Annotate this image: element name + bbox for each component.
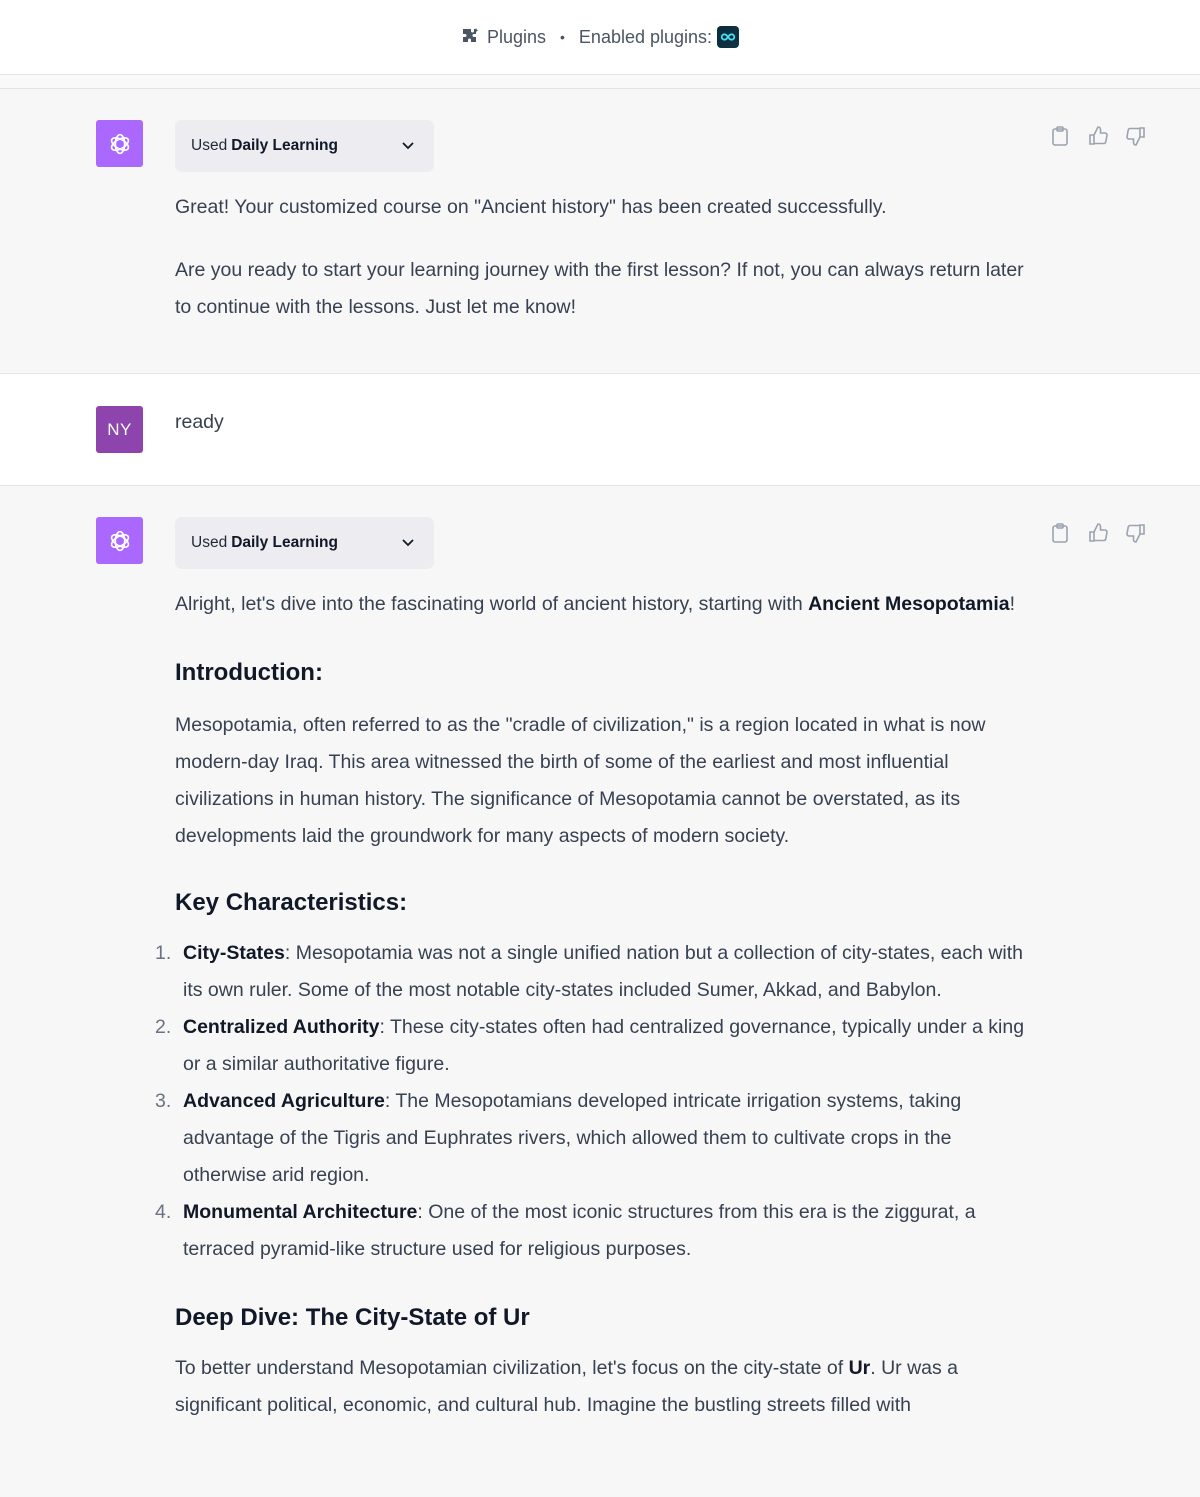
deep-dive-heading: Deep Dive: The City-State of Ur (175, 1304, 530, 1331)
introduction-heading: Introduction: (175, 659, 323, 686)
list-number: 2. (155, 1016, 172, 1038)
message-actions (1050, 125, 1146, 147)
daily-learning-infinity-icon (717, 26, 740, 48)
message-paragraph: Great! Your customized course on "Ancien… (175, 196, 887, 218)
chevron-down-icon (400, 137, 416, 153)
openai-logo-icon (96, 517, 143, 564)
message-content: Alright, let's dive into the fascinating… (155, 586, 1035, 1424)
characteristics-list: 1. City-States: Mesopotamia was not a sin… (155, 935, 1035, 1268)
intro-paragraph: Alright, let's dive into the fascinating… (175, 586, 1035, 623)
introduction-paragraph: Mesopotamia, often referred to as the "c… (175, 714, 986, 847)
separator-dot: • (560, 29, 565, 45)
intro-bold: Ancient Mesopotamia (808, 593, 1010, 615)
list-item-title: Centralized Authority (183, 1016, 380, 1038)
plugin-name: Daily Learning (231, 137, 338, 154)
user-avatar: NY (96, 406, 143, 453)
list-number: 1. (155, 942, 172, 964)
used-plugin-dropdown[interactable]: Used Daily Learning (175, 517, 434, 569)
thumbs-down-icon[interactable] (1126, 522, 1146, 544)
list-number: 4. (155, 1201, 172, 1223)
thumbs-up-icon[interactable] (1088, 125, 1108, 147)
user-message: NY ready (0, 373, 1200, 486)
message-actions (1050, 522, 1146, 544)
list-item-text: : Mesopotamia was not a single unified n… (183, 942, 1024, 1001)
clipboard-icon[interactable] (1050, 125, 1070, 147)
assistant-message: Used Daily Learning Alright, let's dive … (0, 486, 1200, 1497)
enabled-plugins-label: Enabled plugins: (578, 26, 713, 47)
chevron-down-icon (400, 534, 416, 550)
deep-dive-bold: Ur (848, 1357, 871, 1379)
clipboard-icon[interactable] (1050, 522, 1070, 544)
list-item-title: Advanced Agriculture (183, 1090, 385, 1112)
used-label: Used (191, 534, 228, 551)
header-divider (0, 75, 1200, 89)
thumbs-up-icon[interactable] (1088, 522, 1108, 544)
list-item: 4. Monumental Architecture: One of the mo… (155, 1194, 1035, 1268)
message-paragraph: Are you ready to start your learning jou… (175, 259, 1024, 318)
user-message-text: ready (175, 411, 224, 433)
plugin-name: Daily Learning (231, 534, 338, 551)
used-label: Used (191, 137, 228, 154)
list-item: 3. Advanced Agriculture: The Mesopotamian… (155, 1083, 1035, 1194)
deep-dive-text: To better understand Mesopotamian civili… (175, 1357, 849, 1379)
plugins-label: Plugins (486, 26, 547, 47)
list-item: 1. City-States: Mesopotamia was not a sin… (155, 935, 1035, 1009)
intro-text: Alright, let's dive into the fascinating… (175, 593, 809, 615)
plugins-header: Plugins • Enabled plugins: (0, 0, 1200, 75)
deep-dive-paragraph: To better understand Mesopotamian civili… (175, 1350, 1035, 1424)
used-plugin-dropdown[interactable]: Used Daily Learning (175, 120, 434, 172)
list-number: 3. (155, 1090, 172, 1112)
key-characteristics-heading: Key Characteristics: (175, 889, 408, 916)
thumbs-down-icon[interactable] (1126, 125, 1146, 147)
puzzle-piece-icon (461, 27, 481, 47)
intro-text-end: ! (1009, 593, 1016, 615)
message-content: Great! Your customized course on "Ancien… (175, 189, 1035, 326)
list-item-title: City-States (183, 942, 285, 964)
assistant-message: Used Daily Learning Great! Your customiz… (0, 89, 1200, 374)
list-item-title: Monumental Architecture (183, 1201, 418, 1223)
openai-logo-icon (96, 120, 143, 167)
list-item: 2. Centralized Authority: These city-stat… (155, 1009, 1035, 1083)
